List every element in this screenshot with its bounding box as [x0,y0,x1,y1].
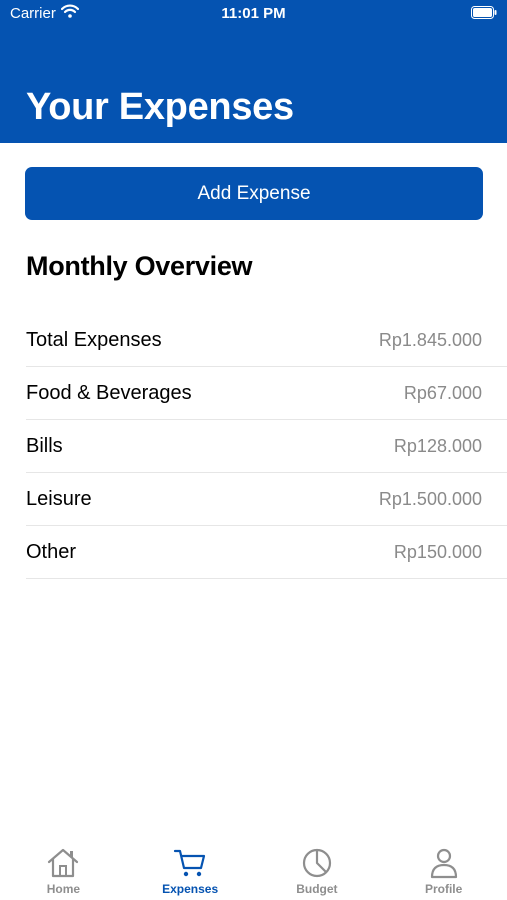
header-bar: Carrier 11:01 PM Your Expenses [0,0,507,143]
add-expense-button[interactable]: Add Expense [25,167,483,220]
list-item-bills: Bills Rp128.000 [26,420,507,473]
list-item-label: Other [26,540,77,563]
tab-profile[interactable]: Profile [380,834,507,900]
list-item-leisure: Leisure Rp1.500.000 [26,473,507,526]
list-item-label: Leisure [26,487,92,510]
battery-icon [471,6,497,19]
section-title: Monthly Overview [26,251,253,281]
overview-list: Total Expenses Rp1.845.000 Food & Bevera… [26,314,507,579]
list-item-label: Bills [26,434,63,457]
list-item-value: Rp150.000 [393,541,482,562]
list-item-value: Rp1.500.000 [378,488,482,509]
tab-bar: Home Expenses Budget Profile [0,834,507,900]
person-icon [430,848,457,879]
list-item-value: Rp1.845.000 [378,329,482,350]
list-item-label: Total Expenses [26,328,162,351]
list-item-food-beverages: Food & Beverages Rp67.000 [26,367,507,420]
list-item-value: Rp128.000 [393,435,482,456]
house-icon [48,848,79,878]
status-bar: Carrier 11:01 PM [0,0,507,28]
tab-label: Expenses [162,882,219,896]
tab-label: Home [46,882,81,896]
list-item-label: Food & Beverages [26,381,192,404]
tab-home[interactable]: Home [0,834,127,900]
tab-label: Profile [424,882,463,896]
page-title: Your Expenses [26,86,294,128]
pie-chart-icon [302,848,331,878]
status-time: 11:01 PM [221,5,286,22]
tab-budget[interactable]: Budget [254,834,381,900]
cart-icon [174,849,206,877]
tab-label: Budget [296,882,338,896]
tab-expenses[interactable]: Expenses [127,834,254,900]
list-item-value: Rp67.000 [403,382,482,403]
list-item-total-expenses: Total Expenses Rp1.845.000 [26,314,507,367]
list-item-other: Other Rp150.000 [26,526,507,579]
